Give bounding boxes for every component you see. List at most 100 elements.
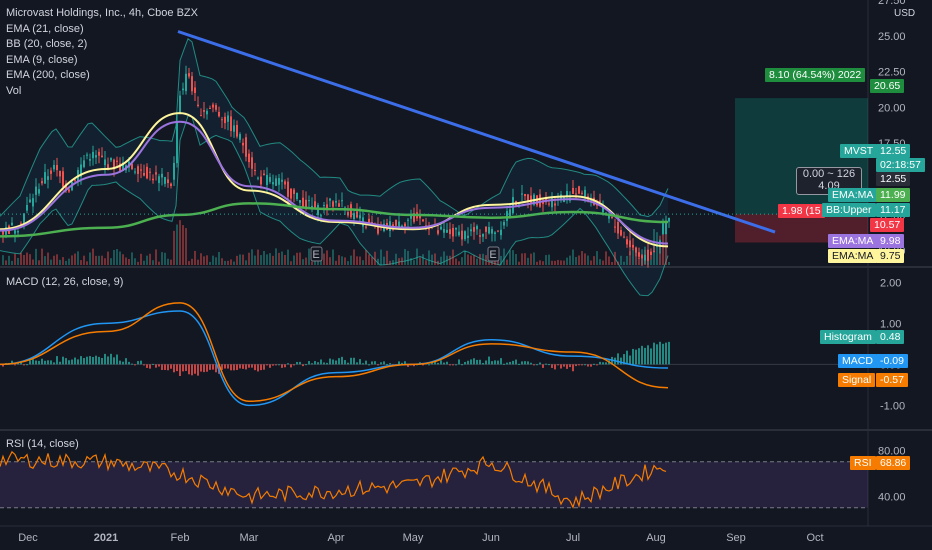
- macd-histogram-bar: [314, 361, 316, 365]
- candle-body: [539, 194, 541, 207]
- rsi-title[interactable]: RSI (14, close): [6, 438, 79, 450]
- macd-histogram-bar: [644, 347, 646, 365]
- volume-bar: [584, 253, 586, 265]
- volume-bar: [572, 249, 574, 265]
- macd-histogram-bar: [467, 360, 469, 365]
- candle-body: [92, 151, 94, 159]
- legend-ema9[interactable]: EMA (9, close): [6, 53, 198, 69]
- macd-histogram-bar: [389, 363, 391, 365]
- candle-body: [314, 201, 316, 208]
- volume-bar: [272, 255, 274, 265]
- macd-histogram-bar: [476, 359, 478, 365]
- legend-vol[interactable]: Vol: [6, 84, 198, 100]
- bb-upper-label[interactable]: BB:Upper: [822, 203, 876, 217]
- macd-histogram-bar: [248, 364, 250, 368]
- candle-body: [404, 223, 406, 227]
- macd-histogram-bar: [116, 354, 118, 365]
- macd-histogram-bar: [56, 356, 58, 365]
- macd-histogram-bar: [344, 360, 346, 365]
- volume-bar: [311, 261, 313, 265]
- candle-body: [575, 193, 577, 195]
- candle-body: [221, 119, 223, 121]
- mvst-tag[interactable]: MVST: [840, 144, 878, 158]
- macd-histogram-bar: [311, 363, 313, 365]
- volume-bar: [587, 255, 589, 265]
- volume-bar: [230, 259, 232, 265]
- macd-histogram-bar: [143, 364, 145, 366]
- volume-bar: [299, 252, 301, 265]
- macd-histogram-bar: [134, 364, 136, 366]
- candle-body: [572, 188, 574, 194]
- volume-bar: [293, 255, 295, 265]
- macd-tick-label: -1.00: [880, 400, 905, 412]
- candle-body: [482, 233, 484, 237]
- signal-label[interactable]: Signal: [838, 373, 876, 387]
- macd-histogram-bar: [659, 341, 661, 365]
- macd-histogram-bar: [560, 364, 562, 369]
- macd-histogram-bar: [179, 364, 181, 376]
- volume-bar: [23, 255, 25, 265]
- candle-body: [617, 222, 619, 234]
- volume-bar: [191, 258, 193, 265]
- volume-bar: [458, 261, 460, 265]
- candle-body: [476, 225, 478, 230]
- volume-bar: [260, 255, 262, 265]
- volume-bar: [116, 249, 118, 265]
- candle-body: [584, 189, 586, 197]
- legend-ema21[interactable]: EMA (21, close): [6, 22, 198, 38]
- volume-bar: [26, 252, 28, 265]
- legend-ema200[interactable]: EMA (200, close): [6, 68, 198, 84]
- candle-body: [521, 193, 523, 195]
- candle-body: [167, 179, 169, 184]
- ema-ma-b-label[interactable]: EMA:MA: [828, 234, 878, 248]
- volume-bar: [266, 254, 268, 265]
- candle-body: [644, 254, 646, 261]
- volume-bar: [20, 252, 22, 265]
- macd-histogram-bar: [488, 356, 490, 365]
- macd-title[interactable]: MACD (12, 26, close, 9): [6, 276, 123, 288]
- ema-ma-c-label[interactable]: EMA:MA: [828, 249, 878, 263]
- volume-bar: [359, 256, 361, 265]
- earnings-marker-text: E: [489, 249, 496, 261]
- macd-histogram-bar: [653, 342, 655, 365]
- candle-body: [443, 228, 445, 233]
- volume-bar: [326, 250, 328, 265]
- rsi-label[interactable]: RSI: [850, 456, 876, 470]
- volume-bar: [221, 258, 223, 265]
- macd-histogram-bar: [596, 364, 598, 366]
- volume-bar: [140, 253, 142, 265]
- macd-label[interactable]: MACD: [838, 354, 877, 368]
- stop-label[interactable]: 1.98 (15: [778, 204, 825, 218]
- legend-bb[interactable]: BB (20, close, 2): [6, 37, 198, 53]
- volume-bar: [440, 256, 442, 265]
- volume-bar: [389, 260, 391, 265]
- volume-bar: [110, 258, 112, 265]
- histogram-label[interactable]: Histogram: [820, 330, 876, 344]
- chart-root: Dec 2021 Feb Mar Apr May Jun Jul Aug Sep Oct 27.50 2…: [0, 0, 932, 550]
- x-tick-label: Feb: [171, 532, 190, 544]
- volume-bar: [239, 254, 241, 265]
- macd-histogram-bar: [461, 364, 463, 366]
- volume-bar: [356, 256, 358, 265]
- volume-bar: [605, 251, 607, 265]
- volume-bar: [476, 258, 478, 265]
- candle-body: [341, 200, 343, 202]
- macd-histogram-bar: [158, 364, 160, 367]
- volume-bar: [578, 255, 580, 265]
- signal-tag: -0.57: [876, 373, 908, 387]
- macd-histogram-bar: [578, 364, 580, 366]
- macd-histogram-bar: [47, 360, 49, 365]
- candle-body: [110, 158, 112, 161]
- macd-histogram-bar: [209, 364, 211, 370]
- chart-title[interactable]: Microvast Holdings, Inc., 4h, Cboe BZX: [6, 6, 198, 22]
- volume-bar: [518, 261, 520, 265]
- ema-ma-a-label[interactable]: EMA:MA: [828, 188, 878, 202]
- candle-body: [143, 172, 145, 176]
- volume-bar: [209, 261, 211, 265]
- volume-bar: [437, 260, 439, 265]
- volume-bar: [269, 253, 271, 265]
- target-label[interactable]: 8.10 (64.54%) 2022: [765, 68, 866, 82]
- macd-histogram-bar: [257, 364, 259, 372]
- currency-label[interactable]: USD: [890, 7, 919, 21]
- macd-histogram-bar: [80, 356, 82, 365]
